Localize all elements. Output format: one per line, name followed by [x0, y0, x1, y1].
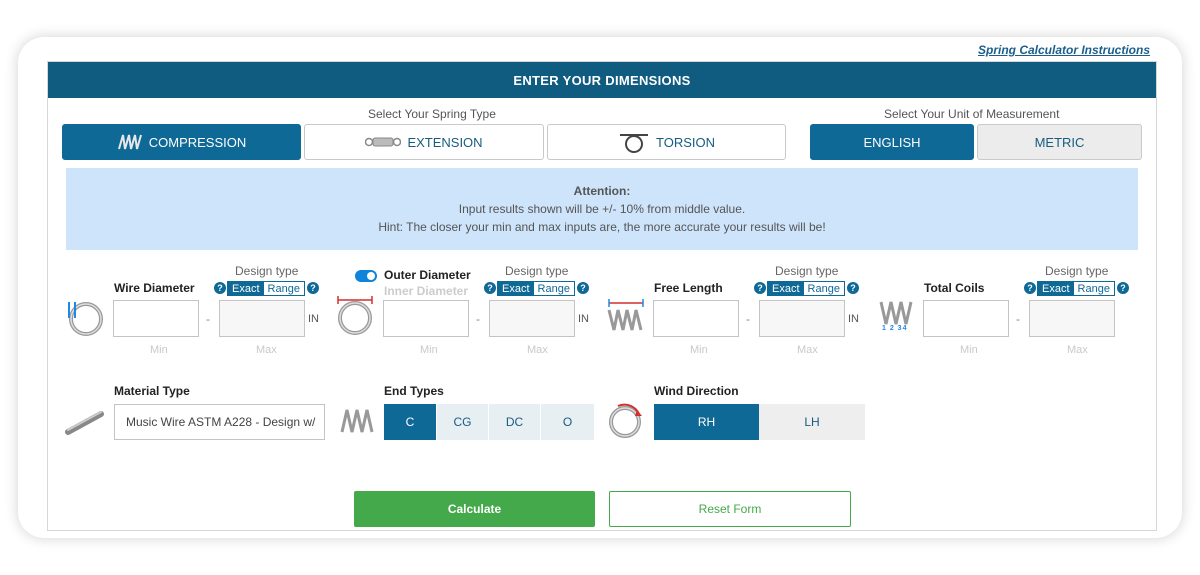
inner-diameter-label[interactable]: Inner Diameter: [384, 284, 468, 298]
outer-exact-option[interactable]: Exact: [498, 282, 534, 295]
wire-min-input[interactable]: [113, 300, 199, 337]
coils-exact-option[interactable]: Exact: [1038, 282, 1074, 295]
outer-dash: -: [476, 312, 480, 326]
coils-dash: -: [1016, 312, 1020, 326]
wire-unit: IN: [308, 313, 319, 325]
metric-label: METRIC: [1034, 134, 1085, 150]
free-design-type-label: Design type: [775, 264, 839, 278]
outer-max-label: Max: [527, 344, 548, 356]
outer-max-input[interactable]: [489, 300, 575, 337]
material-select[interactable]: Music Wire ASTM A228 - Design w/: [114, 404, 325, 440]
torsion-button[interactable]: TORSION: [547, 124, 786, 160]
free-help-icon[interactable]: ?: [754, 282, 766, 294]
wind-direction-icon: [609, 403, 642, 438]
outer-design-type-toggle[interactable]: Exact Range: [497, 281, 575, 296]
free-min-input[interactable]: [653, 300, 739, 337]
wind-lh-button[interactable]: LH: [759, 404, 865, 440]
coils-help-icon[interactable]: ?: [1024, 282, 1036, 294]
free-length-label: Free Length: [654, 281, 723, 295]
unit-label: Select Your Unit of Measurement: [884, 107, 1060, 121]
outer-min-label: Min: [420, 344, 438, 356]
free-min-label: Min: [690, 344, 708, 356]
english-button[interactable]: ENGLISH: [810, 124, 974, 160]
calculate-button[interactable]: Calculate: [354, 491, 595, 527]
end-types-label: End Types: [384, 384, 444, 398]
reset-form-button[interactable]: Reset Form: [609, 491, 851, 527]
free-max-input[interactable]: [759, 300, 845, 337]
wire-max-input[interactable]: [219, 300, 305, 337]
free-help-icon-2[interactable]: ?: [847, 282, 859, 294]
coils-design-type-label: Design type: [1045, 264, 1109, 278]
spring-type-label: Select Your Spring Type: [368, 107, 496, 121]
end-type-cg-button[interactable]: CG: [437, 404, 489, 440]
attention-title: Attention:: [573, 184, 631, 198]
outer-diameter-label: Outer Diameter: [384, 268, 471, 282]
wire-design-type-toggle[interactable]: Exact Range: [227, 281, 305, 296]
outer-unit: IN: [578, 313, 589, 325]
wire-dash: -: [206, 312, 210, 326]
wire-range-option[interactable]: Range: [263, 282, 304, 295]
material-type-label: Material Type: [114, 384, 190, 398]
english-label: ENGLISH: [863, 134, 921, 150]
coils-help-icon-2[interactable]: ?: [1117, 282, 1129, 294]
outer-design-type-label: Design type: [505, 264, 569, 278]
torsion-label: TORSION: [656, 134, 715, 150]
wind-rh-button[interactable]: RH: [654, 404, 759, 440]
outer-help-icon-2[interactable]: ?: [577, 282, 589, 294]
free-unit: IN: [848, 313, 859, 325]
extension-button[interactable]: EXTENSION: [304, 124, 544, 160]
compression-label: COMPRESSION: [148, 134, 247, 150]
wire-help-icon[interactable]: ?: [214, 282, 226, 294]
coils-min-input[interactable]: [923, 300, 1009, 337]
end-type-c-button[interactable]: C: [384, 404, 437, 440]
outer-help-icon[interactable]: ?: [484, 282, 496, 294]
total-coils-label: Total Coils: [924, 281, 985, 295]
free-design-type-toggle[interactable]: Exact Range: [767, 281, 845, 296]
free-range-option[interactable]: Range: [803, 282, 844, 295]
torsion-spring-icon: [620, 134, 648, 153]
attention-line-1: Input results shown will be +/- 10% from…: [458, 202, 746, 216]
wire-diameter-icon: [68, 302, 103, 336]
free-dash: -: [746, 312, 750, 326]
wind-direction-label: Wind Direction: [654, 384, 739, 398]
free-length-icon: [607, 299, 644, 331]
free-max-label: Max: [797, 344, 818, 356]
wire-min-label: Min: [150, 344, 168, 356]
end-type-spring-icon: [340, 409, 374, 433]
instructions-link[interactable]: Spring Calculator Instructions: [978, 43, 1150, 57]
outer-range-option[interactable]: Range: [533, 282, 574, 295]
outer-diameter-icon: [337, 296, 373, 335]
extension-spring-icon: [365, 137, 402, 147]
coils-max-input[interactable]: [1029, 300, 1115, 337]
coils-range-option[interactable]: Range: [1073, 282, 1114, 295]
coil-count-numbers: 1 2 34: [882, 325, 908, 332]
coils-max-label: Max: [1067, 344, 1088, 356]
coils-design-type-toggle[interactable]: Exact Range: [1037, 281, 1115, 296]
metric-button[interactable]: METRIC: [977, 124, 1142, 160]
end-type-dc-button[interactable]: DC: [489, 404, 541, 440]
wire-max-label: Max: [256, 344, 277, 356]
wire-design-type-label: Design type: [235, 264, 299, 278]
coils-min-label: Min: [960, 344, 978, 356]
outer-inner-toggle[interactable]: [355, 270, 377, 282]
compression-spring-icon: [117, 134, 142, 150]
wire-diameter-label: Wire Diameter: [114, 281, 195, 295]
free-exact-option[interactable]: Exact: [768, 282, 804, 295]
end-type-o-button[interactable]: O: [541, 404, 595, 440]
attention-box: Attention: Input results shown will be +…: [66, 168, 1138, 250]
attention-line-2: Hint: The closer your min and max inputs…: [378, 220, 826, 234]
compression-button[interactable]: COMPRESSION: [62, 124, 301, 160]
wire-rod-icon: [65, 411, 104, 435]
extension-label: EXTENSION: [407, 134, 483, 150]
wire-help-icon-2[interactable]: ?: [307, 282, 319, 294]
wire-exact-option[interactable]: Exact: [228, 282, 264, 295]
panel-header: ENTER YOUR DIMENSIONS: [48, 62, 1156, 98]
outer-min-input[interactable]: [383, 300, 469, 337]
